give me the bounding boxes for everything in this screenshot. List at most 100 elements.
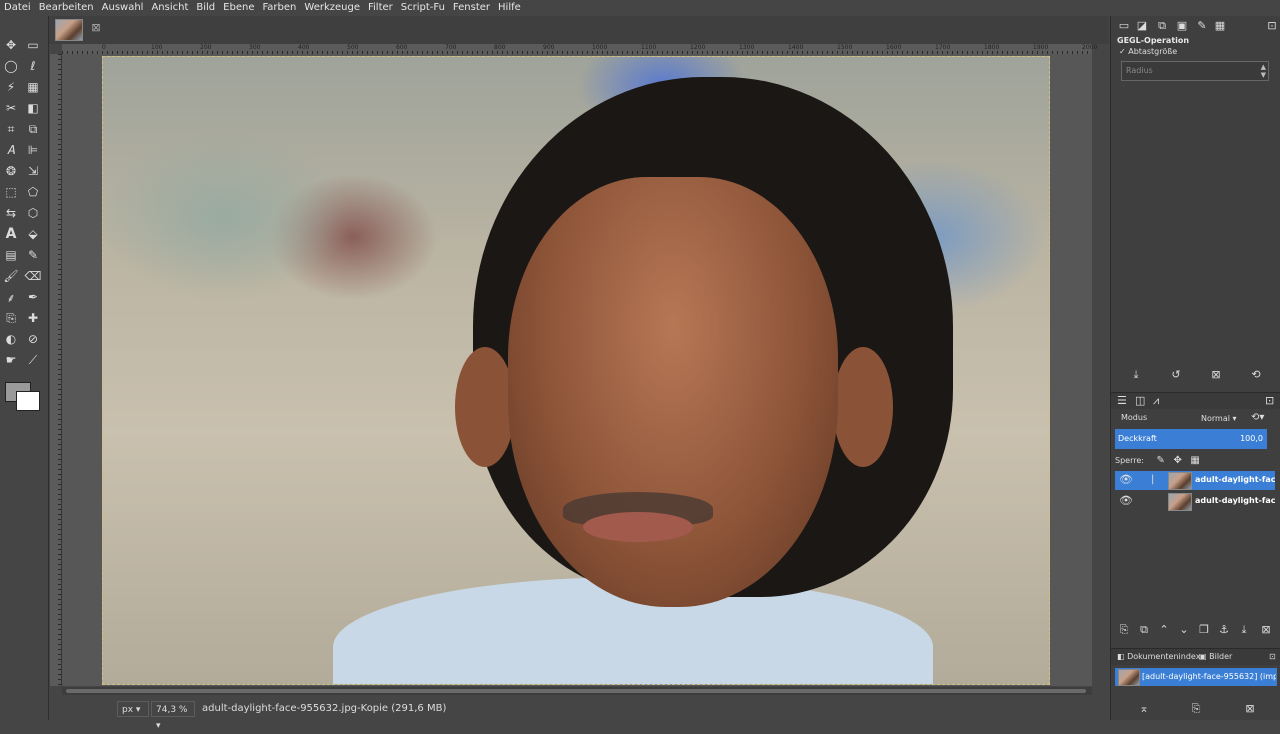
rect-select-tool-icon[interactable]: ▭ [24, 36, 42, 54]
eraser-tool-icon[interactable]: ⌫ [24, 267, 42, 285]
new-display-icon[interactable]: ⎘ [1189, 702, 1203, 716]
merge-layer-icon[interactable]: ⤓ [1237, 623, 1251, 637]
menu-fenster[interactable]: Fenster [449, 0, 494, 16]
paths-tool-icon[interactable]: 𝐴 [2, 141, 20, 159]
menu-farben[interactable]: Farben [258, 0, 300, 16]
radius-field[interactable]: Radius ▲ ▼ [1121, 61, 1269, 81]
dodge-burn-tool-icon[interactable]: ◐ [2, 330, 20, 348]
brushes-tab-icon[interactable]: ✎ [1195, 19, 1209, 33]
scale-tool-icon[interactable]: ⇲ [24, 162, 42, 180]
heal-tool-icon[interactable]: ✚ [24, 309, 42, 327]
move-tool-icon[interactable]: ✥ [2, 36, 20, 54]
background-color-swatch[interactable] [16, 391, 40, 411]
visibility-eye-icon[interactable]: 👁 [1119, 494, 1133, 508]
horizontal-scrollbar[interactable] [62, 687, 1092, 695]
new-layer-group-icon[interactable]: ⧉ [1137, 623, 1151, 637]
zoom-select[interactable]: 74,3 % ▾ [151, 701, 195, 731]
menu-auswahl[interactable]: Auswahl [98, 0, 148, 16]
menu-hilfe[interactable]: Hilfe [494, 0, 525, 16]
perspective-tool-icon[interactable]: ⬠ [24, 183, 42, 201]
text-tool-icon[interactable]: A [2, 225, 20, 243]
raise-image-icon[interactable]: ⌅ [1137, 702, 1151, 715]
duplicate-layer-icon[interactable]: ❐ [1197, 623, 1211, 636]
save-options-icon[interactable]: ⤓ [1129, 368, 1143, 382]
device-status-tab-icon[interactable]: ◪ [1135, 19, 1149, 33]
radius-spin-icon[interactable]: ▲ ▼ [1261, 63, 1266, 79]
gradient-tool-icon[interactable]: ▤ [2, 246, 20, 264]
chain-icon[interactable]: | [1151, 474, 1154, 485]
configure-images-tab-icon[interactable]: ⊡ [1269, 652, 1276, 661]
visibility-eye-icon[interactable]: 👁 [1119, 473, 1133, 487]
configure-layers-tab-icon[interactable]: ⊡ [1265, 394, 1274, 407]
measure-tool-icon[interactable]: ⟋ [24, 351, 42, 369]
menu-bild[interactable]: Bild [192, 0, 219, 16]
patterns-tab-icon[interactable]: ▦ [1213, 19, 1227, 33]
menu-datei[interactable]: Datei [0, 0, 35, 16]
select-by-color-tool-icon[interactable]: ▦ [24, 78, 42, 96]
menu-werkzeuge[interactable]: Werkzeuge [300, 0, 364, 16]
warp-transform-tool-icon[interactable]: ❂ [2, 162, 20, 180]
menu-ebene[interactable]: Ebene [219, 0, 258, 16]
pencil-tool-icon[interactable]: ✎ [24, 246, 42, 264]
ink-tool-icon[interactable]: ✒ [24, 288, 42, 306]
cage-transform-tool-icon[interactable]: ⬡ [24, 204, 42, 222]
menu-script-fu[interactable]: Script-Fu [397, 0, 449, 16]
configure-tab-icon[interactable]: ⊡ [1265, 19, 1279, 33]
foreground-select-tool-icon[interactable]: ◧ [24, 99, 42, 117]
menu-bearbeiten[interactable]: Bearbeiten [35, 0, 98, 16]
menu-filter[interactable]: Filter [364, 0, 397, 16]
image-tab-thumbnail[interactable] [55, 19, 83, 41]
sample-size-checkbox[interactable]: ✓ Abtastgröße [1119, 47, 1177, 56]
tab-document-index[interactable]: ◧ Dokumentenindex [1117, 652, 1200, 661]
lock-alpha-icon[interactable]: ▦ [1190, 455, 1199, 466]
layer-row-selected[interactable]: 👁 | adult-daylight-face-955 [1115, 471, 1275, 490]
align-tool-icon[interactable]: ⊫ [24, 141, 42, 159]
undo-history-tab-icon[interactable]: ⧉ [1155, 19, 1169, 33]
reset-options-icon[interactable]: ⟲ [1249, 368, 1263, 381]
mode-reset-icon[interactable]: ⟲▾ [1251, 412, 1264, 423]
layers-tab-icon[interactable]: ☰ [1117, 394, 1127, 407]
mode-select[interactable]: Normal ▾ [1201, 412, 1241, 425]
delete-image-icon[interactable]: ⊠ [1243, 702, 1257, 715]
unified-transform-tool-icon[interactable]: ⧉ [24, 120, 42, 138]
clone-tool-icon[interactable]: ⎘ [2, 309, 20, 327]
tool-options-tab-icon[interactable]: ▭ [1117, 19, 1131, 33]
crop-tool-icon[interactable]: ⌗ [2, 120, 20, 138]
paths-tab-icon[interactable]: ⩘ [1153, 394, 1159, 408]
layer-name[interactable]: adult-daylight-face-955 [1195, 475, 1275, 484]
image-canvas[interactable] [102, 56, 1050, 685]
channels-tab-icon[interactable]: ◫ [1135, 394, 1145, 407]
ellipse-select-tool-icon[interactable]: ◯ [2, 57, 20, 75]
unit-select[interactable]: px ▾ [117, 701, 149, 717]
lock-position-icon[interactable]: ✥ [1173, 455, 1181, 466]
lock-pixels-icon[interactable]: ✎ [1157, 455, 1165, 466]
menu-ansicht[interactable]: Ansicht [147, 0, 192, 16]
shear-tool-icon[interactable]: ⬚ [2, 183, 20, 201]
airbrush-tool-icon[interactable]: ⸙ [2, 288, 20, 306]
images-tab-icon[interactable]: ▣ [1175, 19, 1189, 33]
close-icon[interactable]: ⊠ [90, 22, 102, 34]
tab-images[interactable]: ▣ Bilder [1199, 652, 1232, 661]
delete-layer-icon[interactable]: ⊠ [1259, 623, 1273, 636]
color-picker-tool-icon[interactable]: ⊘ [24, 330, 42, 348]
image-list-item[interactable]: [adult-daylight-face-955632] (importiert… [1115, 668, 1277, 686]
vertical-ruler[interactable] [50, 54, 62, 686]
delete-options-icon[interactable]: ⊠ [1209, 368, 1223, 381]
smudge-tool-icon[interactable]: ☛ [2, 351, 20, 369]
fuzzy-select-tool-icon[interactable]: ⚡ [2, 78, 20, 96]
anchor-layer-icon[interactable]: ⚓ [1217, 623, 1231, 636]
bucket-fill-tool-icon[interactable]: ⬙ [24, 225, 42, 243]
raise-layer-icon[interactable]: ⌃ [1157, 623, 1171, 636]
opacity-slider[interactable]: Deckkraft 100,0 [1115, 429, 1267, 449]
layer-row[interactable]: 👁 adult-daylight-face-955 [1115, 492, 1275, 511]
restore-options-icon[interactable]: ↺ [1169, 368, 1183, 381]
lower-layer-icon[interactable]: ⌄ [1177, 623, 1191, 636]
flip-tool-icon[interactable]: ⇆ [2, 204, 20, 222]
scrollbar-thumb[interactable] [66, 689, 1086, 693]
scissors-tool-icon[interactable]: ✂ [2, 99, 20, 117]
paintbrush-tool-icon[interactable]: 🖌 [2, 267, 20, 285]
canvas-area[interactable] [62, 54, 1092, 686]
lasso-tool-icon[interactable]: ℓ [24, 57, 42, 75]
layer-name[interactable]: adult-daylight-face-955 [1195, 496, 1275, 505]
new-layer-icon[interactable]: ⎘ [1117, 623, 1131, 637]
